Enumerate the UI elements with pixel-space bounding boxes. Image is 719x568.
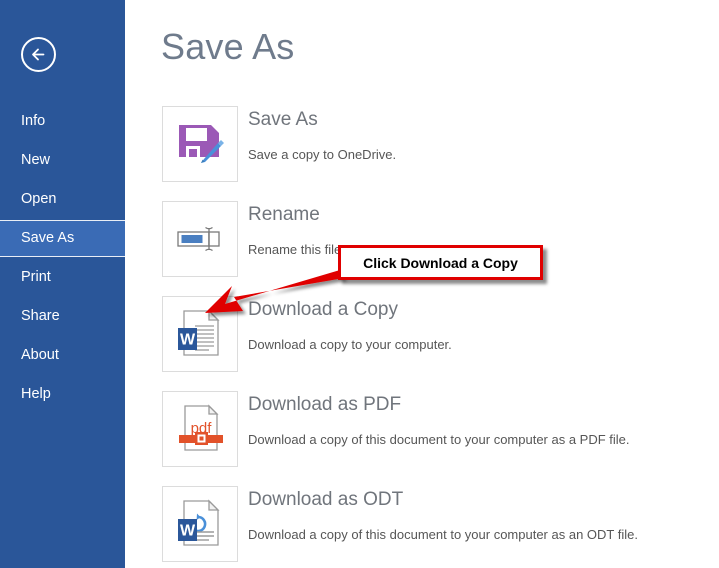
sidebar-item-about[interactable]: About <box>0 337 125 374</box>
option-description: Download a copy of this document to your… <box>248 432 630 447</box>
odt-document-icon[interactable]: W <box>162 486 238 562</box>
back-arrow-icon[interactable] <box>21 37 56 72</box>
sidebar-item-label: New <box>21 152 51 168</box>
word-document-icon[interactable]: W <box>162 296 238 372</box>
option-title[interactable]: Save As <box>248 108 698 132</box>
svg-text:W: W <box>180 332 196 349</box>
sidebar-item-label: Print <box>21 269 51 285</box>
sidebar-item-open[interactable]: Open <box>0 181 125 218</box>
option-description: Save a copy to OneDrive. <box>248 147 397 162</box>
sidebar-item-save-as[interactable]: Save As <box>0 220 125 257</box>
option-title[interactable]: Download as PDF <box>248 393 698 417</box>
option-download-a-copy[interactable]: W Download a Copy Download a copy to you… <box>162 296 702 372</box>
sidebar-item-new[interactable]: New <box>0 142 125 179</box>
option-rename[interactable]: Rename Rename this file. <box>162 201 702 277</box>
option-save-as[interactable]: Save As Save a copy to OneDrive. <box>162 106 702 182</box>
floppy-disk-pencil-icon[interactable] <box>162 106 238 182</box>
rename-textbox-icon[interactable] <box>162 201 238 277</box>
option-text: Download as PDF Download a copy of this … <box>248 391 698 449</box>
option-title[interactable]: Download a Copy <box>248 298 698 322</box>
option-download-as-pdf[interactable]: pdf Download as PDF Download a copy of t… <box>162 391 702 467</box>
option-title[interactable]: Rename <box>248 203 698 227</box>
svg-text:W: W <box>180 523 196 540</box>
sidebar-item-label: Help <box>21 386 51 402</box>
option-text: Download a Copy Download a copy to your … <box>248 296 698 354</box>
sidebar: Info New Open Save As Print Share About … <box>0 0 125 568</box>
sidebar-item-info[interactable]: Info <box>0 103 125 140</box>
main-content: Save As Save As Save a copy to OneDrive.… <box>125 0 719 568</box>
sidebar-item-label: Share <box>21 308 60 324</box>
sidebar-item-print[interactable]: Print <box>0 259 125 296</box>
sidebar-item-share[interactable]: Share <box>0 298 125 335</box>
option-description: Download a copy of this document to your… <box>248 527 638 542</box>
office-backstage-screen: Info New Open Save As Print Share About … <box>0 0 719 568</box>
sidebar-item-label: About <box>21 347 59 363</box>
sidebar-item-label: Open <box>21 191 57 207</box>
option-text: Download as ODT Download a copy of this … <box>248 486 698 544</box>
option-title[interactable]: Download as ODT <box>248 488 698 512</box>
option-text: Rename Rename this file. <box>248 201 698 259</box>
option-text: Save As Save a copy to OneDrive. <box>248 106 698 164</box>
option-download-as-odt[interactable]: W Download as ODT Download a copy of thi… <box>162 486 702 562</box>
sidebar-item-help[interactable]: Help <box>0 376 125 413</box>
sidebar-item-label: Info <box>21 113 46 129</box>
page-title: Save As <box>161 26 295 67</box>
sidebar-item-label: Save As <box>21 230 75 246</box>
option-description: Download a copy to your computer. <box>248 337 452 352</box>
option-description: Rename this file. <box>248 242 345 257</box>
pdf-document-icon[interactable]: pdf <box>162 391 238 467</box>
